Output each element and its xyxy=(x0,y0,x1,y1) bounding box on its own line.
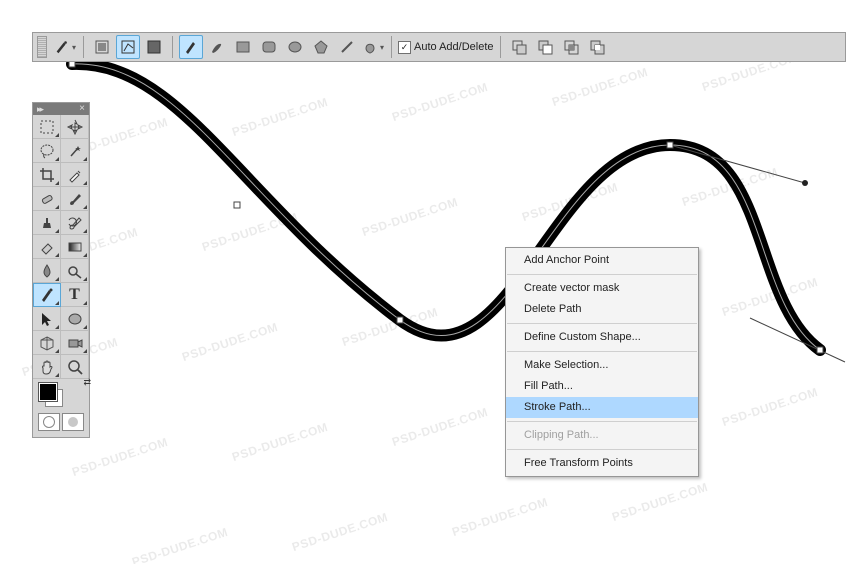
path-selection-tool[interactable] xyxy=(33,307,61,331)
watermark-text: PSD-DUDE.COM xyxy=(340,305,439,349)
watermark-text: PSD-DUDE.COM xyxy=(70,435,169,479)
shape-layers-button[interactable] xyxy=(90,35,114,59)
watermark-text: PSD-DUDE.COM xyxy=(180,320,279,364)
path-exclude-icon[interactable] xyxy=(585,35,609,59)
polygon-shape-icon[interactable] xyxy=(309,35,333,59)
shape-tool[interactable] xyxy=(61,307,89,331)
watermark-text: PSD-DUDE.COM xyxy=(130,525,229,564)
menu-delete-path[interactable]: Delete Path xyxy=(506,299,698,320)
watermark-text: PSD-DUDE.COM xyxy=(230,420,329,464)
freeform-pen-icon[interactable] xyxy=(205,35,229,59)
pen-tool-icon[interactable] xyxy=(179,35,203,59)
watermark-text: PSD-DUDE.COM xyxy=(610,480,709,524)
path-add-icon[interactable] xyxy=(507,35,531,59)
watermark-text: PSD-DUDE.COM xyxy=(360,195,459,239)
3d-camera-tool[interactable] xyxy=(61,331,89,355)
watermark-text: PSD-DUDE.COM xyxy=(720,275,819,319)
options-bar: ▾ ▾ ✓ Auto Add/Delete xyxy=(32,32,846,62)
watermark-text: PSD-DUDE.COM xyxy=(290,510,389,554)
tool-preset-picker[interactable]: ▾ xyxy=(53,35,77,59)
history-brush-tool[interactable] xyxy=(61,211,89,235)
dodge-tool[interactable] xyxy=(61,259,89,283)
watermark-text: PSD-DUDE.COM xyxy=(200,210,299,254)
marquee-tool[interactable] xyxy=(33,115,61,139)
menu-fill-path[interactable]: Fill Path... xyxy=(506,376,698,397)
watermark-text: PSD-DUDE.COM xyxy=(450,495,549,539)
paths-button[interactable] xyxy=(116,35,140,59)
watermark-text: PSD-DUDE.COM xyxy=(680,165,779,209)
eraser-tool[interactable] xyxy=(33,235,61,259)
zoom-tool[interactable] xyxy=(61,355,89,379)
pen-tool[interactable] xyxy=(33,283,61,307)
menu-create-vector-mask[interactable]: Create vector mask xyxy=(506,278,698,299)
foreground-color-swatch[interactable] xyxy=(39,383,57,401)
line-shape-icon[interactable] xyxy=(335,35,359,59)
menu-define-custom-shape[interactable]: Define Custom Shape... xyxy=(506,327,698,348)
watermark-text: PSD-DUDE.COM xyxy=(550,65,649,109)
collapse-icon[interactable]: ▸▸ xyxy=(37,104,42,115)
menu-clipping-path: Clipping Path... xyxy=(506,425,698,446)
brush-tool[interactable] xyxy=(61,187,89,211)
rounded-rect-shape-icon[interactable] xyxy=(257,35,281,59)
color-swatches[interactable]: ⇄ xyxy=(33,379,89,409)
menu-free-transform-points[interactable]: Free Transform Points xyxy=(506,453,698,474)
clone-stamp-tool[interactable] xyxy=(33,211,61,235)
watermark-text: PSD-DUDE.COM xyxy=(520,180,619,224)
path-context-menu: Add Anchor Point Create vector mask Dele… xyxy=(505,247,699,477)
ellipse-shape-icon[interactable] xyxy=(283,35,307,59)
fill-pixels-button[interactable] xyxy=(142,35,166,59)
eyedropper-tool[interactable] xyxy=(61,163,89,187)
crop-tool[interactable] xyxy=(33,163,61,187)
type-tool[interactable]: T xyxy=(61,283,89,307)
tools-panel: ▸▸ × T ⇄ xyxy=(32,102,90,438)
options-bar-grip[interactable] xyxy=(37,36,47,58)
magic-wand-tool[interactable] xyxy=(61,139,89,163)
move-tool[interactable] xyxy=(61,115,89,139)
auto-add-delete-label: Auto Add/Delete xyxy=(414,41,494,53)
blur-tool[interactable] xyxy=(33,259,61,283)
standard-mode-button[interactable] xyxy=(38,413,60,431)
tools-panel-header[interactable]: ▸▸ × xyxy=(33,103,89,115)
hand-tool[interactable] xyxy=(33,355,61,379)
quick-mask-button[interactable] xyxy=(62,413,84,431)
menu-add-anchor-point[interactable]: Add Anchor Point xyxy=(506,250,698,271)
watermark-text: PSD-DUDE.COM xyxy=(390,405,489,449)
swap-colors-icon[interactable]: ⇄ xyxy=(83,377,91,388)
menu-make-selection[interactable]: Make Selection... xyxy=(506,355,698,376)
watermark-text: PSD-DUDE.COM xyxy=(720,385,819,429)
path-intersect-icon[interactable] xyxy=(559,35,583,59)
healing-brush-tool[interactable] xyxy=(33,187,61,211)
watermark-text: PSD-DUDE.COM xyxy=(230,95,329,139)
watermark-text: PSD-DUDE.COM xyxy=(390,80,489,124)
custom-shape-icon[interactable]: ▾ xyxy=(361,35,385,59)
3d-tool[interactable] xyxy=(33,331,61,355)
lasso-tool[interactable] xyxy=(33,139,61,163)
check-icon: ✓ xyxy=(398,41,411,54)
menu-stroke-path[interactable]: Stroke Path... xyxy=(506,397,698,418)
path-subtract-icon[interactable] xyxy=(533,35,557,59)
auto-add-delete-checkbox[interactable]: ✓ Auto Add/Delete xyxy=(398,41,494,54)
rectangle-shape-icon[interactable] xyxy=(231,35,255,59)
close-icon[interactable]: × xyxy=(77,104,87,114)
gradient-tool[interactable] xyxy=(61,235,89,259)
